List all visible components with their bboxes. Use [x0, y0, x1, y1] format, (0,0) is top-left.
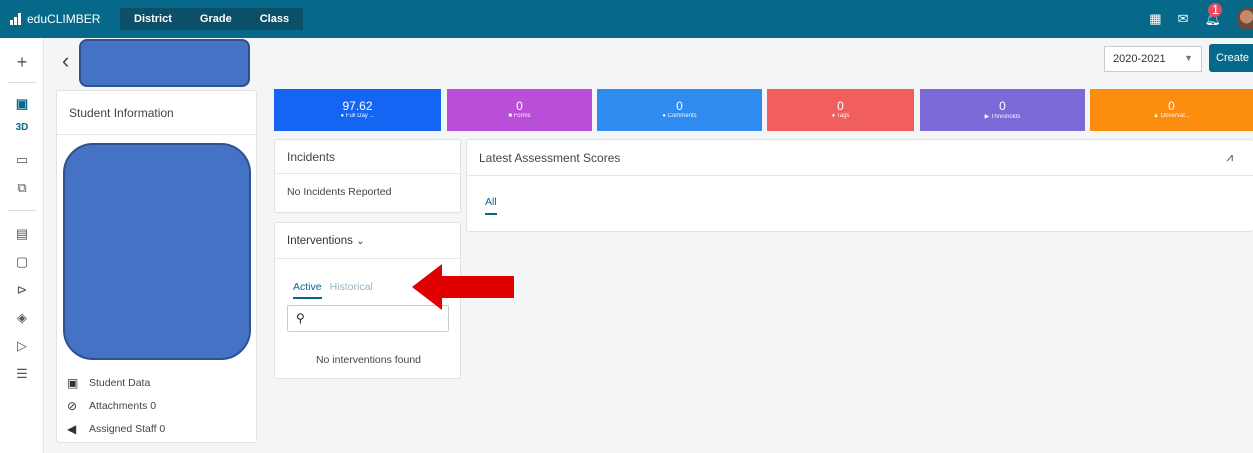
school-year-value: 2020-2021 — [1113, 53, 1166, 65]
level-nav: District Grade Class — [120, 8, 304, 30]
top-right-icons: ▦ ✉ 🔔︎ 1 — [1149, 0, 1253, 38]
annotation-arrow — [412, 264, 514, 310]
back-chevron-icon[interactable]: ‹ — [62, 48, 69, 74]
id-badge-icon: ▣ — [67, 375, 79, 390]
monitor-icon[interactable]: ▭ — [0, 152, 44, 168]
tags-value: 0 — [837, 99, 844, 113]
app-logo[interactable]: eduCLIMBER — [0, 12, 120, 26]
attendance-stat[interactable]: 97.62 ● Full Day ... — [274, 89, 441, 131]
student-data-label: Student Data — [89, 376, 151, 389]
redacted-student-photo — [63, 143, 251, 360]
nav-district[interactable]: District — [120, 8, 186, 30]
forms-value: 0 — [516, 99, 523, 113]
student-card-icon[interactable]: ▣ — [0, 96, 44, 112]
app-name: eduCLIMBER — [27, 12, 101, 26]
thresholds-label: ▶ Thresholds — [984, 114, 1021, 120]
tab-active[interactable]: Active — [293, 281, 322, 299]
calendar-icon[interactable]: ▦ — [1149, 11, 1161, 27]
assigned-staff-label: Assigned Staff 0 — [89, 422, 166, 435]
interventions-empty-text: No interventions found — [315, 354, 422, 366]
nav-class[interactable]: Class — [245, 8, 304, 30]
interventions-title: Interventions — [287, 235, 353, 247]
incidents-card: Incidents No Incidents Reported — [274, 139, 461, 213]
plus-icon[interactable]: + — [0, 52, 44, 73]
attendance-value: 97.62 — [342, 99, 373, 113]
notification-badge: 1 — [1208, 3, 1223, 17]
megaphone-icon: ◀ — [67, 421, 77, 436]
line-chart-icon[interactable]: ⩘ — [1226, 150, 1233, 165]
tags-label: ● Tags — [831, 113, 850, 119]
checklist-icon[interactable]: ☰ — [0, 366, 44, 382]
chevron-down-icon: ⌄ — [356, 236, 365, 247]
thresholds-value: 0 — [999, 99, 1006, 113]
assigned-staff-link[interactable]: ◀ Assigned Staff 0 — [67, 417, 165, 440]
tab-all[interactable]: All — [485, 196, 497, 215]
attendance-label: ● Full Day ... — [340, 113, 375, 119]
create-button[interactable]: Create — [1209, 44, 1253, 72]
comments-label: ● Comments — [662, 113, 697, 119]
comments-value: 0 — [676, 99, 683, 113]
interventions-tabs: Active Historical — [293, 281, 373, 299]
attachments-link[interactable]: ⊘ Attachments 0 — [67, 394, 165, 417]
incidents-title: Incidents — [275, 140, 460, 174]
paperclip-icon: ⊘ — [67, 398, 78, 413]
student-data-link[interactable]: ▣ Student Data — [67, 371, 165, 394]
bell-icon[interactable]: 🔔︎ 1 — [1204, 3, 1223, 27]
forms-label: ■ Forms — [508, 113, 531, 119]
search-icon: ⚲ — [296, 311, 305, 325]
top-navbar: eduCLIMBER District Grade Class ▦ ✉ 🔔︎ 1 — [0, 0, 1253, 38]
user-avatar[interactable] — [1237, 8, 1253, 30]
observations-label: ▲ Observat... — [1153, 113, 1190, 119]
school-year-select[interactable]: 2020-2021 ▼ — [1104, 46, 1202, 72]
puzzle-icon[interactable]: ⧉ — [0, 180, 44, 196]
mail-icon[interactable]: ✉ — [1178, 11, 1189, 27]
forms-stat[interactable]: 0 ■ Forms — [447, 89, 592, 131]
bar-chart-icon — [10, 13, 21, 25]
student-links: ▣ Student Data ⊘ Attachments 0 ◀ Assigned S… — [67, 371, 165, 440]
assessment-title: Latest Assessment Scores — [467, 140, 1253, 176]
tab-historical[interactable]: Historical — [330, 281, 373, 299]
observations-value: 0 — [1168, 99, 1175, 113]
thresholds-stat[interactable]: 0 ▶ Thresholds — [920, 89, 1085, 131]
clipboard-icon[interactable]: ▢ — [0, 254, 44, 270]
attachments-label: Attachments 0 — [89, 399, 157, 412]
3d-icon[interactable]: 3D — [0, 122, 44, 133]
redacted-student-name — [79, 39, 250, 87]
chevron-down-icon: ▼ — [1184, 53, 1193, 63]
shield-icon[interactable]: ◈ — [0, 310, 44, 326]
interventions-toggle[interactable]: Interventions ⌄ — [275, 223, 460, 259]
tag-icon[interactable]: ⊳ — [0, 282, 44, 298]
tags-stat[interactable]: 0 ● Tags — [767, 89, 914, 131]
incidents-empty-text: No Incidents Reported — [287, 186, 392, 198]
student-information-title: Student Information — [57, 91, 256, 135]
left-rail: + ▣ 3D ▭ ⧉ ▤ ▢ ⊳ ◈ ▷ ☰ — [0, 38, 44, 453]
flag-icon[interactable]: ▷ — [0, 338, 44, 354]
nav-grade[interactable]: Grade — [185, 8, 246, 30]
latest-assessment-card: Latest Assessment Scores ⩘ All — [466, 139, 1253, 232]
comments-stat[interactable]: 0 ● Comments — [597, 89, 762, 131]
observations-stat[interactable]: 0 ▲ Observat... — [1090, 89, 1253, 131]
calendar-rail-icon[interactable]: ▤ — [0, 226, 44, 242]
